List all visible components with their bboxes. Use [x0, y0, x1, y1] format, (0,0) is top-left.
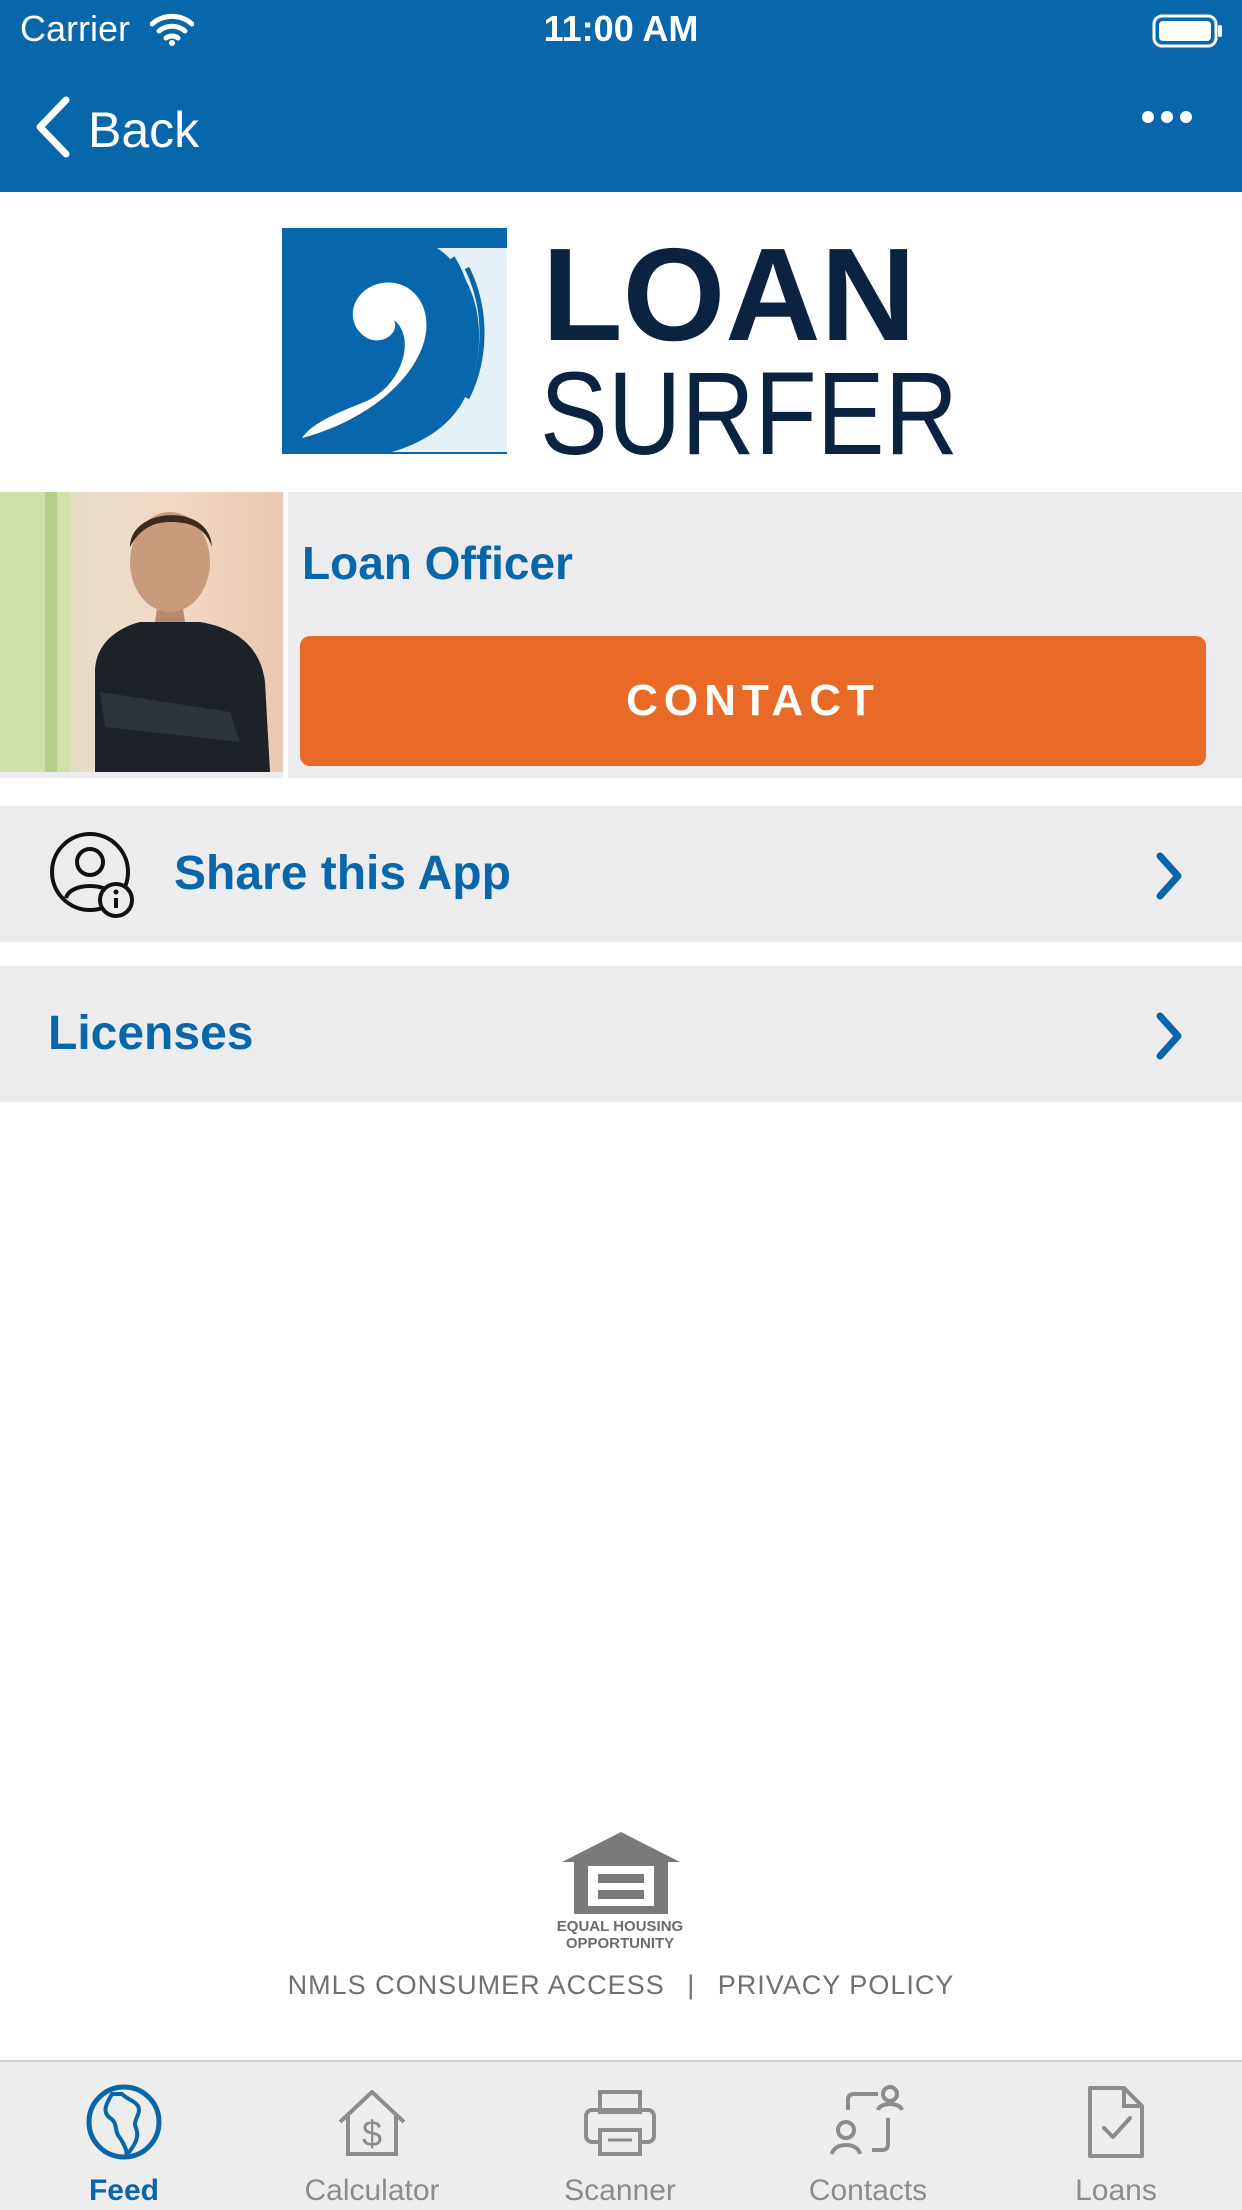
eho-line1: EQUAL HOUSING: [556, 1918, 684, 1935]
eho-line2: OPPORTUNITY: [565, 1935, 675, 1952]
battery-icon: [1152, 14, 1224, 53]
globe-icon: [84, 2082, 164, 2167]
top-navigation-bar: Carrier 11:00 AM Back: [0, 0, 1242, 192]
more-options-button[interactable]: [1142, 110, 1192, 129]
equal-housing-icon: [560, 1830, 682, 1923]
chevron-right-icon: [1154, 1012, 1184, 1065]
equal-housing-text: EQUAL HOUSING OPPORTUNITY: [520, 1918, 720, 1952]
back-button[interactable]: Back: [34, 96, 199, 163]
status-bar: Carrier 11:00 AM: [0, 0, 1242, 62]
loan-officer-card: Loan Officer CONTACT: [0, 492, 1242, 778]
user-info-icon: [48, 830, 138, 925]
svg-text:$: $: [362, 2113, 382, 2154]
logo-line1: LOAN: [542, 228, 916, 368]
logo-line2: SURFER: [540, 348, 958, 458]
clock: 11:00 AM: [543, 8, 699, 49]
tab-loans[interactable]: Loans: [992, 2062, 1240, 2210]
tab-loans-label: Loans: [1075, 2174, 1157, 2207]
document-check-icon: [1076, 2082, 1156, 2167]
tab-contacts[interactable]: Contacts: [744, 2062, 992, 2210]
loan-officer-title: Loan Officer: [302, 537, 573, 589]
tab-calculator-label: Calculator: [304, 2174, 440, 2207]
tab-scanner-label: Scanner: [564, 2174, 676, 2207]
loan-surfer-logo: LOAN SURFER: [282, 221, 962, 480]
tab-feed[interactable]: Feed: [0, 2062, 248, 2210]
licenses-label: Licenses: [48, 1007, 254, 1060]
licenses-row[interactable]: Licenses: [0, 966, 1242, 1102]
chevron-left-icon: [34, 96, 72, 163]
share-app-row[interactable]: Share this App: [0, 806, 1242, 942]
footer-separator: |: [687, 1970, 696, 2000]
tab-feed-label: Feed: [88, 2174, 160, 2207]
footer-links: NMLS CONSUMER ACCESS | PRIVACY POLICY: [0, 1970, 1242, 2001]
photo-divider: [283, 492, 288, 778]
tab-calculator[interactable]: $ Calculator: [248, 2062, 496, 2210]
loan-officer-photo: [0, 492, 283, 772]
contact-button[interactable]: CONTACT: [300, 636, 1206, 766]
printer-icon: [580, 2082, 660, 2167]
more-horizontal-icon: [1142, 111, 1192, 128]
bottom-tab-bar: Feed $ Calculator Scanner Contacts Loans: [0, 2060, 1242, 2210]
back-label: Back: [88, 101, 200, 158]
house-dollar-icon: $: [332, 2082, 412, 2167]
contacts-icon: [828, 2082, 908, 2167]
chevron-right-icon: [1154, 852, 1184, 905]
share-app-label: Share this App: [174, 847, 511, 900]
privacy-policy-link[interactable]: PRIVACY POLICY: [718, 1970, 955, 2000]
tab-scanner[interactable]: Scanner: [496, 2062, 744, 2210]
tab-contacts-label: Contacts: [808, 2174, 928, 2207]
nmls-consumer-access-link[interactable]: NMLS CONSUMER ACCESS: [288, 1970, 665, 2000]
